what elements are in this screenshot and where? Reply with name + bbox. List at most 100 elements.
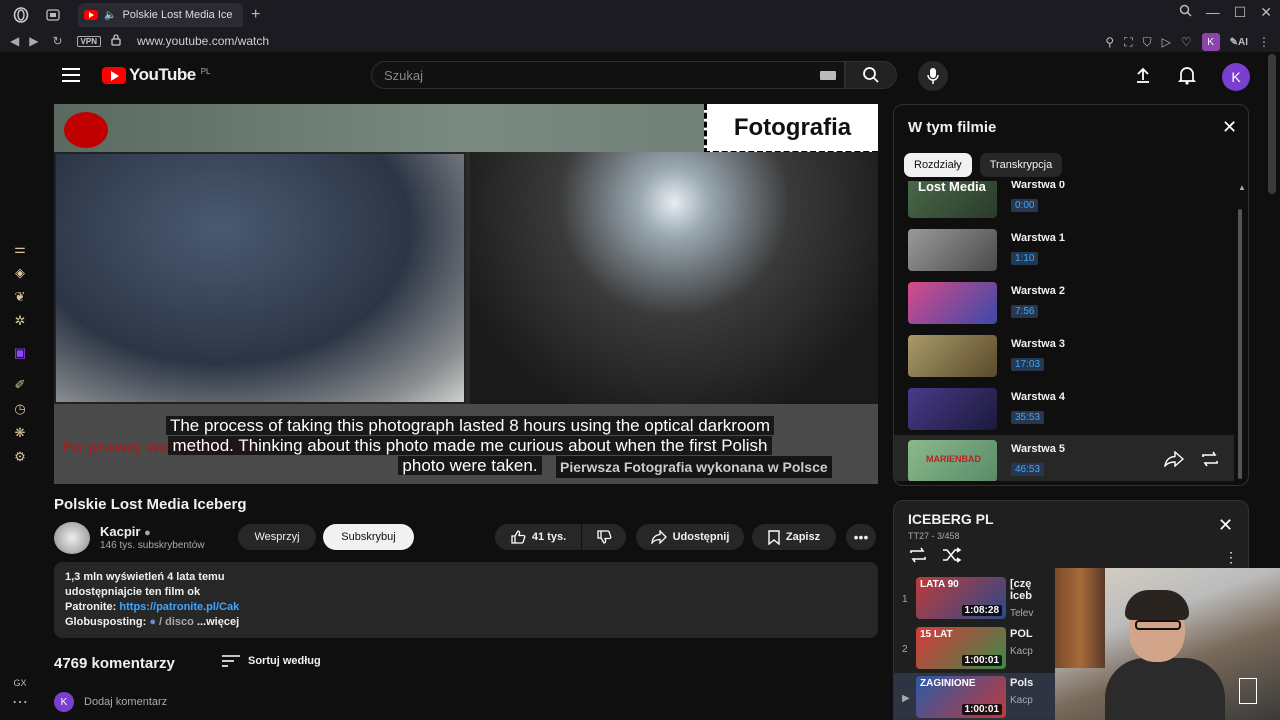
fullscreen-corner-icon[interactable] [1239,678,1257,704]
playlist-more-icon[interactable]: ⋮ [1224,549,1238,566]
new-tab-icon[interactable]: + [251,6,260,24]
close-playlist-icon[interactable]: ✕ [1218,515,1233,536]
show-more-link[interactable]: ...więcej [194,616,239,628]
chapter-item[interactable]: Warstwa 3 17:03 [894,332,1234,382]
channel-avatar[interactable] [54,522,90,554]
profile-avatar[interactable]: K [1201,33,1220,51]
description-patronite: Patronite: https://patronite.pl/Cak [65,600,867,615]
upload-icon[interactable] [1134,66,1152,89]
settings-icon[interactable]: ⚙ [11,448,29,466]
thumbs-down-icon [597,530,612,544]
close-chapters-icon[interactable]: ✕ [1222,117,1237,138]
pin-icon[interactable]: ⚲ [1105,35,1114,49]
chapter-item[interactable]: Warstwa 1 1:10 [894,226,1234,276]
url-field[interactable]: www.youtube.com/watch [137,34,269,48]
window-controls: — ☐ ✕ [1179,4,1272,21]
tab-chapters[interactable]: Rozdziały [904,153,972,177]
playlist-title[interactable]: ICEBERG PL [908,511,994,527]
chapters-scrollbar[interactable] [1238,209,1242,479]
tab-bar: 🔈 Polskie Lost Media Ice + — ☐ ✕ [0,0,1280,30]
chapters-panel-title: W tym filmie [908,119,997,136]
video-player[interactable]: Fotografia Po prawej wersja koloro The p… [54,104,878,484]
menu-icon[interactable]: ⋮ [1258,35,1270,49]
tab-overview-icon[interactable] [42,4,64,26]
support-button[interactable]: Wesprzyj [238,524,316,550]
chapter-time[interactable]: 0:00 [1011,199,1039,212]
history-icon[interactable]: ◷ [11,400,29,418]
forward-icon[interactable]: ▶ [29,34,38,48]
add-comment-row[interactable]: K Dodaj komentarz [54,692,167,712]
keyboard-icon[interactable] [820,71,836,80]
shuffle-icon[interactable] [942,547,962,568]
account-avatar[interactable]: K [1222,63,1250,91]
chapter-item[interactable]: Lost Media Warstwa 0 0:00 [894,181,1234,223]
chapter-thumbnail: MARIENBAD [908,440,997,481]
chapter-time[interactable]: 1:10 [1011,252,1039,265]
shield-icon[interactable]: ⛉ [1143,35,1152,50]
gx-corner-icon[interactable]: ◈ [11,264,29,282]
ai-button[interactable]: ✎AI [1230,37,1248,48]
chapter-item-current[interactable]: MARIENBAD Warstwa 5 46:53 [894,435,1234,481]
chapter-time[interactable]: 17:03 [1011,358,1045,371]
search-input[interactable]: Szukaj [371,61,845,89]
playlist-controls [908,547,962,568]
playlist-item-channel: Kacp [1010,646,1033,657]
heart-icon[interactable]: ♡ [1181,35,1192,49]
opera-logo-icon[interactable] [10,4,32,26]
chapter-time[interactable]: 35:53 [1011,411,1045,424]
close-window-icon[interactable]: ✕ [1260,4,1272,21]
twitch-icon[interactable]: ▣ [11,344,29,362]
more-actions-button[interactable]: ••• [846,524,876,550]
back-icon[interactable]: ◀ [10,34,19,48]
search-tabs-icon[interactable] [1179,4,1192,21]
chapter-item[interactable]: Warstwa 4 35:53 [894,385,1234,435]
tab-transcript[interactable]: Transkrypcja [979,153,1063,177]
tools-icon[interactable]: ✐ [11,376,29,394]
notifications-bell-icon[interactable] [1177,65,1197,90]
scroll-up-arrow-icon[interactable]: ▲ [1238,183,1246,192]
chapter-time[interactable]: 46:53 [1011,463,1045,476]
patronite-link[interactable]: https://patronite.pl/Cak [119,601,239,613]
youtube-logo[interactable]: YouTube PL [102,65,211,85]
playlist-subtitle: TT27 - 3/458 [908,531,960,541]
chapter-name: Warstwa 5 [1011,443,1066,455]
region-code: PL [200,67,211,76]
description-box[interactable]: 1,3 mln wyświetleń 4 lata temu udostępni… [54,562,878,638]
hamburger-menu-icon[interactable] [62,68,80,82]
share-button[interactable]: Udostępnij [636,524,744,550]
vpn-badge[interactable]: VPN [76,35,101,47]
loop-icon[interactable] [1200,451,1220,472]
chapter-thumb-text: Lost Media [918,181,986,194]
address-bar: ◀ ▶ ↻ VPN www.youtube.com/watch ⚲ ⛶ ⛉ ▷ … [0,30,1280,52]
channel-name[interactable]: Kacpir ● [100,524,151,539]
like-button[interactable]: 41 tys. [495,524,581,550]
chapter-item[interactable]: Warstwa 2 7:56 [894,279,1234,329]
sidebar-more-icon[interactable]: ⋯ [12,692,28,712]
chapter-time[interactable]: 7:56 [1011,305,1039,318]
page-scrollbar[interactable] [1268,54,1276,194]
playlist-thumb-text: ZAGINIONE [920,678,976,689]
chapter-thumbnail [908,335,997,377]
reload-icon[interactable]: ↻ [52,34,62,48]
tab-youtube[interactable]: 🔈 Polskie Lost Media Ice [78,3,243,27]
search-button[interactable] [845,61,897,89]
gx-cleaner-icon[interactable]: ❦ [11,288,29,306]
save-button[interactable]: Zapisz [752,524,836,550]
minimize-icon[interactable]: — [1206,4,1220,21]
snapshot-icon[interactable]: ⛶ [1124,35,1132,50]
dislike-button[interactable] [582,524,626,550]
youtube-header: YouTube PL Szukaj K [40,52,1270,98]
flow-icon[interactable]: ▷ [1162,35,1171,49]
playlist-loop-icon[interactable] [908,547,928,568]
extensions-icon[interactable]: ❋ [11,424,29,442]
gx-hot-tabs-icon[interactable]: ✲ [11,312,29,330]
gx-control-icon[interactable]: ⚌ [11,240,29,258]
chapter-thumbnail: Lost Media [908,181,997,218]
voice-search-button[interactable] [918,61,948,91]
share-chapter-icon[interactable] [1163,450,1185,472]
maximize-icon[interactable]: ☐ [1234,4,1247,21]
playlist-index: 2 [902,644,908,655]
subscribe-button[interactable]: Subskrybuj [323,524,414,550]
speaker-icon[interactable]: 🔈 [104,10,116,21]
sort-comments-button[interactable]: Sortuj według [222,655,321,667]
